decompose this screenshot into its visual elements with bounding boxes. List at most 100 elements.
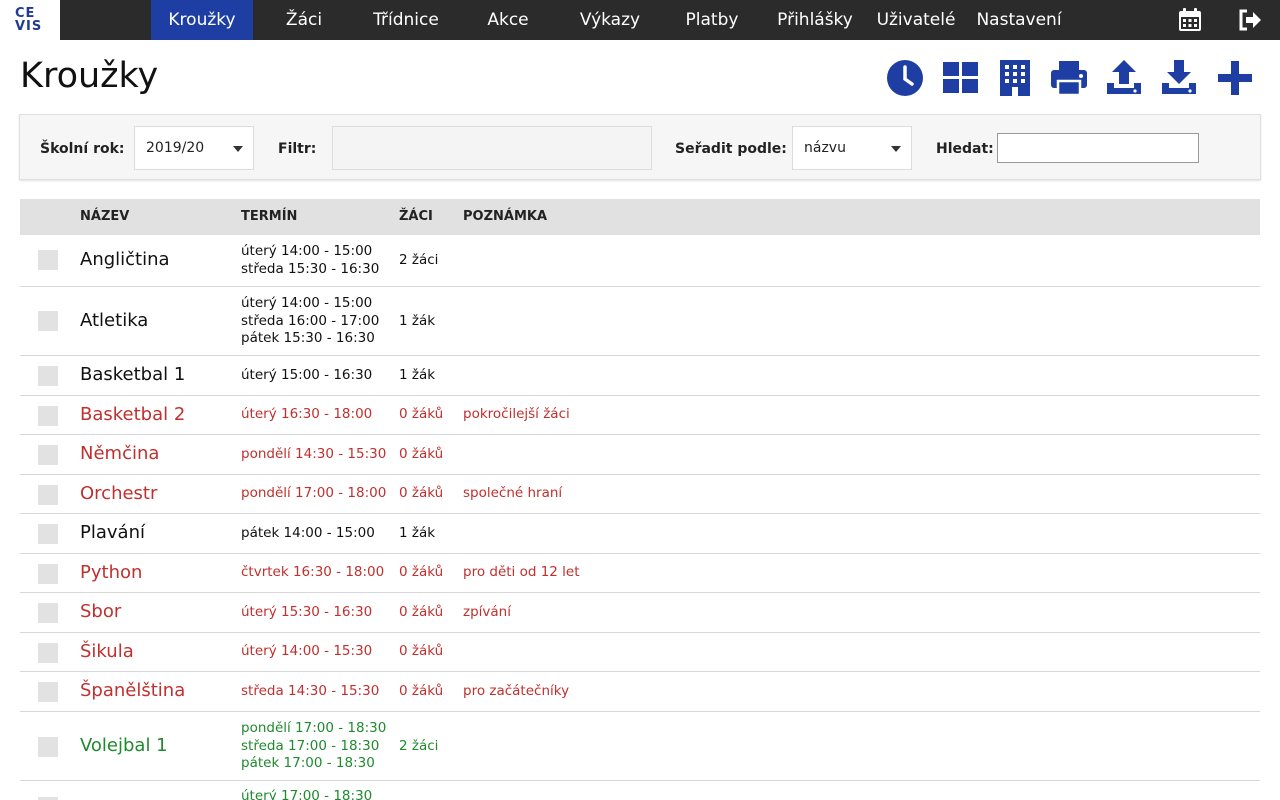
table-row[interactable]: Plavání pátek 14:00 - 15:00 1 žák [20, 514, 1260, 554]
row-name: Plavání [80, 522, 145, 543]
row-name: Orchestr [80, 483, 158, 504]
row-time: středa 17:00 - 18:30 [241, 737, 380, 754]
filter-field[interactable] [332, 126, 652, 170]
page-title: Kroužky [20, 56, 159, 96]
row-name: Volejbal 1 [80, 735, 168, 756]
row-checkbox[interactable] [38, 643, 58, 663]
row-checkbox[interactable] [38, 445, 58, 465]
row-time: pátek 17:00 - 18:30 [241, 755, 375, 771]
row-times: úterý 15:00 - 16:30 [241, 367, 372, 385]
calendar-icon[interactable] [1177, 7, 1203, 33]
row-count: 2 žáci [399, 738, 439, 754]
nav-item-zaci[interactable]: Žáci [266, 0, 342, 40]
row-name: Sbor [80, 601, 122, 622]
table-row[interactable]: Sbor úterý 15:30 - 16:30 0 žáků zpívání [20, 593, 1260, 633]
row-count: 1 žák [399, 313, 436, 329]
school-year-value: 2019/20 [146, 140, 205, 156]
chevron-down-icon [233, 146, 243, 152]
row-times: úterý 14:00 - 15:30 [241, 643, 372, 661]
row-times: úterý 17:00 - 18:30 [241, 788, 372, 800]
row-times: pondělí 17:00 - 18:30 středa 17:00 - 18:… [241, 720, 386, 773]
logo-line-2: VIS [15, 19, 43, 34]
nav-item-akce[interactable]: Akce [472, 0, 544, 40]
table-row[interactable]: Šikula úterý 14:00 - 15:30 0 žáků [20, 633, 1260, 672]
table-row[interactable]: Němčina pondělí 14:30 - 15:30 0 žáků [20, 435, 1260, 475]
row-times: úterý 14:00 - 15:00 středa 16:00 - 17:00… [241, 295, 379, 348]
table-row[interactable]: Španělština středa 14:30 - 15:30 0 žáků … [20, 672, 1260, 712]
table-row[interactable]: Atletika úterý 14:00 - 15:00 středa 16:0… [20, 287, 1260, 356]
row-checkbox[interactable] [38, 524, 58, 544]
row-time: úterý 15:00 - 16:30 [241, 367, 373, 383]
row-count: 0 žáků [399, 446, 444, 462]
plus-icon[interactable] [1214, 57, 1256, 99]
row-time: středa 14:30 - 15:30 [241, 683, 380, 699]
row-name: Basketbal 1 [80, 364, 186, 385]
search-label: Hledat: [936, 141, 994, 157]
nav-item-vykazy[interactable]: Výkazy [568, 0, 652, 40]
row-checkbox[interactable] [38, 737, 58, 757]
row-checkbox[interactable] [38, 366, 58, 386]
row-time: úterý 15:30 - 16:30 [241, 604, 373, 620]
column-header-students[interactable]: ŽÁCI [399, 209, 433, 224]
clock-icon[interactable] [884, 57, 926, 99]
row-checkbox[interactable] [38, 250, 58, 270]
table-row[interactable]: Basketbal 1 úterý 15:00 - 16:30 1 žák [20, 356, 1260, 396]
row-checkbox[interactable] [38, 603, 58, 623]
row-count: 0 žáků [399, 643, 444, 659]
column-header-note[interactable]: POZNÁMKA [463, 209, 547, 224]
nav-item-tridnice[interactable]: Třídnice [360, 0, 452, 40]
upload-icon[interactable] [1103, 57, 1145, 99]
school-year-select[interactable]: 2019/20 [134, 126, 254, 170]
row-note: zpívání [463, 604, 511, 620]
table-row[interactable]: Python čtvrtek 16:30 - 18:00 0 žáků pro … [20, 554, 1260, 593]
row-name: Basketbal 2 [80, 404, 186, 425]
row-name: Španělština [80, 680, 186, 701]
row-name: Němčina [80, 443, 160, 464]
grid-icon[interactable] [940, 57, 982, 99]
top-navigation: CE VIS Kroužky Žáci Třídnice Akce Výkazy… [0, 0, 1280, 40]
row-count: 0 žáků [399, 485, 444, 501]
column-header-term[interactable]: TERMÍN [241, 209, 297, 224]
nav-item-uzivatele[interactable]: Uživatelé [872, 0, 960, 40]
table-row[interactable]: Basketbal 2 úterý 16:30 - 18:00 0 žáků p… [20, 396, 1260, 435]
row-count: 0 žáků [399, 683, 444, 699]
row-checkbox[interactable] [38, 485, 58, 505]
table-row[interactable]: Angličtina úterý 14:00 - 15:00 středa 15… [20, 235, 1260, 287]
logout-icon[interactable] [1237, 7, 1263, 33]
row-checkbox[interactable] [38, 564, 58, 584]
row-times: pondělí 17:00 - 18:00 [241, 485, 386, 503]
sort-label: Seřadit podle: [675, 141, 787, 157]
row-count: 0 žáků [399, 564, 444, 580]
search-input[interactable] [997, 133, 1199, 163]
row-time: pátek 14:00 - 15:00 [241, 525, 375, 541]
row-count: 1 žák [399, 367, 436, 383]
row-note: společné hraní [463, 485, 563, 501]
school-year-label: Školní rok: [40, 141, 125, 157]
sort-select[interactable]: názvu [792, 126, 912, 170]
nav-item-prihlasky[interactable]: Přihlášky [770, 0, 860, 40]
row-count: 1 žák [399, 525, 436, 541]
row-time: úterý 14:00 - 15:30 [241, 643, 373, 659]
print-icon[interactable] [1048, 57, 1090, 99]
row-times: úterý 15:30 - 16:30 [241, 604, 372, 622]
row-checkbox[interactable] [38, 682, 58, 702]
cevis-logo[interactable]: CE VIS [0, 0, 60, 40]
row-checkbox[interactable] [38, 311, 58, 331]
nav-item-platby[interactable]: Platby [676, 0, 748, 40]
building-icon[interactable] [994, 57, 1036, 99]
row-times: pondělí 14:30 - 15:30 [241, 446, 386, 464]
download-icon[interactable] [1158, 57, 1200, 99]
nav-item-nastaveni[interactable]: Nastavení [972, 0, 1066, 40]
nav-item-krouzky[interactable]: Kroužky [151, 0, 253, 40]
row-time: úterý 14:00 - 15:00 [241, 243, 373, 259]
row-checkbox[interactable] [38, 406, 58, 426]
sort-value: názvu [804, 140, 846, 156]
table-row[interactable]: úterý 17:00 - 18:30 [20, 781, 1260, 800]
column-header-name[interactable]: NÁZEV [80, 209, 129, 224]
table-row[interactable]: Volejbal 1 pondělí 17:00 - 18:30 středa … [20, 712, 1260, 781]
table-row[interactable]: Orchestr pondělí 17:00 - 18:00 0 žáků sp… [20, 475, 1260, 514]
row-name: Python [80, 562, 143, 583]
row-times: úterý 16:30 - 18:00 [241, 406, 372, 424]
row-note: pro začátečníky [463, 683, 570, 699]
row-times: čtvrtek 16:30 - 18:00 [241, 564, 384, 582]
